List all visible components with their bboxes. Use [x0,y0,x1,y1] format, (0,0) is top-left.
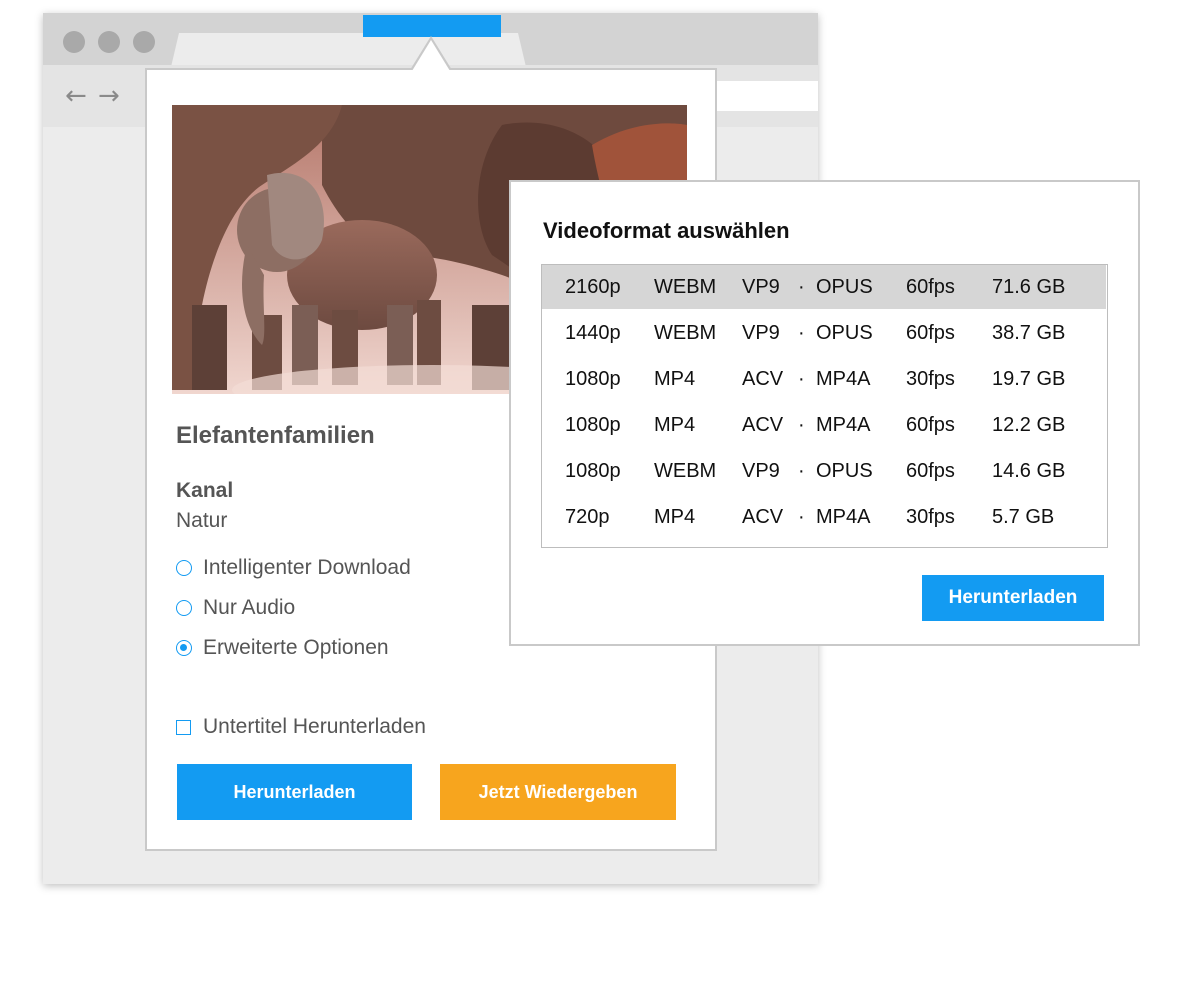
size-cell: 5.7 GB [992,506,1055,528]
container-cell: MP4 [654,368,696,390]
browser-tab[interactable] [171,33,526,67]
option-smart-download[interactable]: Intelligenter Download [176,555,411,581]
separator-cell: · [798,414,805,436]
window-close-dot[interactable] [63,31,85,53]
download-button[interactable]: Herunterladen [177,764,412,820]
back-arrow-icon[interactable]: ← [65,83,87,109]
audio-codec-cell: OPUS [816,322,873,344]
container-cell: WEBM [654,276,717,298]
window-minimize-dot[interactable] [98,31,120,53]
audio-codec-cell: OPUS [816,276,873,298]
format-row[interactable]: 1080p WEBM VP9 · OPUS 60fps 14.6 GB [542,449,1106,493]
channel-value: Natur [176,509,228,532]
format-row[interactable]: 1440p WEBM VP9 · OPUS 60fps 38.7 GB [542,311,1106,355]
separator-cell: · [798,322,805,344]
container-cell: WEBM [654,322,717,344]
fps-cell: 30fps [906,368,955,390]
radio-unchecked-icon[interactable] [176,600,192,616]
option-label: Erweiterte Optionen [203,636,389,659]
dialog-download-button[interactable]: Herunterladen [922,575,1104,621]
forward-arrow-icon[interactable]: → [98,83,120,109]
video-codec-cell: ACV [742,506,784,528]
separator-cell: · [798,368,805,390]
radio-unchecked-icon[interactable] [176,560,192,576]
fps-cell: 60fps [906,414,955,436]
separator-cell: · [798,460,805,482]
play-now-button[interactable]: Jetzt Wiedergeben [440,764,676,820]
audio-codec-cell: MP4A [816,506,871,528]
resolution-cell: 1080p [565,460,621,482]
resolution-cell: 720p [565,506,610,528]
separator-cell: · [798,506,805,528]
size-cell: 38.7 GB [992,322,1066,344]
fps-cell: 60fps [906,322,955,344]
separator-cell: · [798,276,805,298]
subtitles-label: Untertitel Herunterladen [203,715,426,738]
size-cell: 71.6 GB [992,276,1066,298]
address-bar[interactable] [703,81,818,111]
dialog-title: Videoformat auswählen [543,218,790,243]
window-maximize-dot[interactable] [133,31,155,53]
subtitles-option[interactable]: Untertitel Herunterladen [176,714,426,740]
video-codec-cell: VP9 [742,276,780,298]
video-title: Elefantenfamilien [176,422,375,449]
audio-codec-cell: MP4A [816,368,871,390]
checkbox-icon[interactable] [176,719,191,735]
container-cell: MP4 [654,414,696,436]
option-label: Intelligenter Download [203,556,411,579]
container-cell: WEBM [654,460,717,482]
format-row[interactable]: 2160p WEBM VP9 · OPUS 60fps 71.6 GB [542,265,1106,309]
video-codec-cell: VP9 [742,460,780,482]
fps-cell: 30fps [906,506,955,528]
resolution-cell: 1080p [565,368,621,390]
extension-icon-highlight[interactable] [363,15,501,37]
format-table: 2160p WEBM VP9 · OPUS 60fps 71.6 GB 1440… [541,264,1108,548]
size-cell: 12.2 GB [992,414,1066,436]
fps-cell: 60fps [906,276,955,298]
size-cell: 19.7 GB [992,368,1066,390]
popup-caret-fill [412,40,450,71]
resolution-cell: 2160p [565,276,621,298]
video-codec-cell: ACV [742,368,784,390]
audio-codec-cell: OPUS [816,460,873,482]
format-row[interactable]: 1080p MP4 ACV · MP4A 30fps 19.7 GB [542,357,1106,401]
size-cell: 14.6 GB [992,460,1066,482]
radio-checked-icon[interactable] [176,640,192,656]
fps-cell: 60fps [906,460,955,482]
video-codec-cell: ACV [742,414,784,436]
format-row[interactable]: 1080p MP4 ACV · MP4A 60fps 12.2 GB [542,403,1106,447]
video-codec-cell: VP9 [742,322,780,344]
channel-label: Kanal [176,479,234,502]
resolution-cell: 1440p [565,322,621,344]
audio-codec-cell: MP4A [816,414,871,436]
resolution-cell: 1080p [565,414,621,436]
option-audio-only[interactable]: Nur Audio [176,595,295,621]
option-advanced[interactable]: Erweiterte Optionen [176,635,389,661]
option-label: Nur Audio [203,596,296,619]
format-row[interactable]: 720p MP4 ACV · MP4A 30fps 5.7 GB [542,495,1106,539]
container-cell: MP4 [654,506,696,528]
